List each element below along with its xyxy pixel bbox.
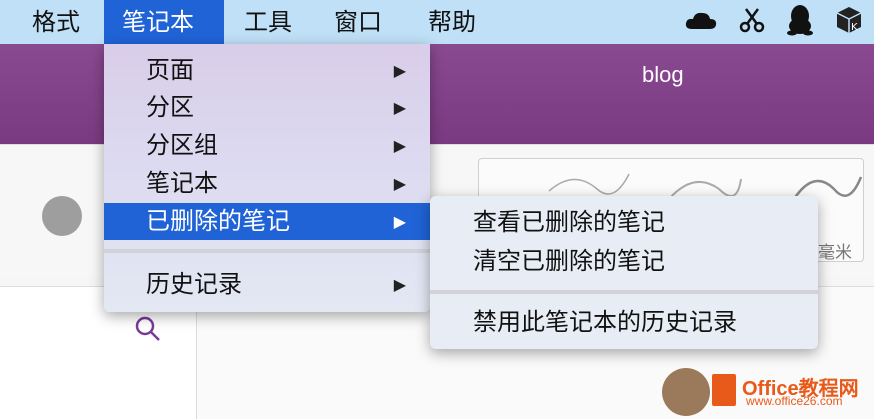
menu-item-view-deleted-notes[interactable]: 查看已删除的笔记 <box>430 203 818 241</box>
color-swatch[interactable] <box>42 196 82 236</box>
search-icon[interactable] <box>134 315 162 347</box>
qq-penguin-icon[interactable] <box>786 4 814 40</box>
svg-text:K: K <box>851 22 858 33</box>
menu-item-deleted-notes[interactable]: 已删除的笔记 ▶ <box>104 203 430 240</box>
deleted-notes-submenu: 查看已删除的笔记 清空已删除的笔记 禁用此笔记本的历史记录 <box>430 196 818 349</box>
menu-format[interactable]: 格式 <box>14 0 98 44</box>
menu-item-section-group[interactable]: 分区组 ▶ <box>104 127 430 164</box>
menu-notebook[interactable]: 笔记本 <box>104 0 224 44</box>
submenu-arrow-icon: ▶ <box>393 98 406 117</box>
menu-item-label: 查看已删除的笔记 <box>473 208 665 236</box>
menu-bar: 格式 笔记本 工具 窗口 帮助 K <box>0 0 874 44</box>
menu-item-label: 分区 <box>146 93 194 121</box>
watermark-url: www.office26.com <box>746 394 843 408</box>
status-icons: K <box>684 0 864 44</box>
menu-window[interactable]: 窗口 <box>316 0 400 44</box>
submenu-arrow-icon: ▶ <box>393 212 406 231</box>
menu-item-history[interactable]: 历史记录 ▶ <box>104 266 430 303</box>
submenu-arrow-icon: ▶ <box>393 275 406 294</box>
submenu-arrow-icon: ▶ <box>393 61 406 80</box>
unit-label: 毫米 <box>818 243 852 263</box>
menu-item-disable-history[interactable]: 禁用此笔记本的历史记录 <box>430 303 818 341</box>
office-logo-icon <box>712 374 736 406</box>
menu-help[interactable]: 帮助 <box>410 0 494 44</box>
menu-item-label: 历史记录 <box>146 270 242 298</box>
menu-item-label: 页面 <box>146 56 194 84</box>
watermark: Office教程网 www.office26.com <box>662 364 874 418</box>
menu-item-notebook[interactable]: 笔记本 ▶ <box>104 165 430 202</box>
window-title: blog <box>642 62 684 87</box>
scissors-icon[interactable] <box>738 6 766 38</box>
menu-item-label: 清空已删除的笔记 <box>473 247 665 275</box>
onedrive-cloud-icon[interactable] <box>684 9 718 35</box>
submenu-arrow-icon: ▶ <box>393 136 406 155</box>
menu-separator <box>430 290 818 294</box>
menu-item-empty-deleted-notes[interactable]: 清空已删除的笔记 <box>430 242 818 280</box>
menu-item-label: 禁用此笔记本的历史记录 <box>473 308 737 336</box>
box-k-icon[interactable]: K <box>834 5 864 39</box>
menu-item-label: 笔记本 <box>146 169 218 197</box>
notebook-menu: 页面 ▶ 分区 ▶ 分区组 ▶ 笔记本 ▶ 已删除的笔记 ▶ 历史记录 ▶ <box>104 44 430 312</box>
menu-item-section[interactable]: 分区 ▶ <box>104 89 430 126</box>
menu-separator <box>104 249 430 253</box>
menu-tools[interactable]: 工具 <box>226 0 310 44</box>
menu-item-page[interactable]: 页面 ▶ <box>104 52 430 89</box>
avatar <box>662 368 710 416</box>
menu-item-label: 分区组 <box>146 131 218 159</box>
submenu-arrow-icon: ▶ <box>393 174 406 193</box>
menu-item-label: 已删除的笔记 <box>146 207 290 235</box>
